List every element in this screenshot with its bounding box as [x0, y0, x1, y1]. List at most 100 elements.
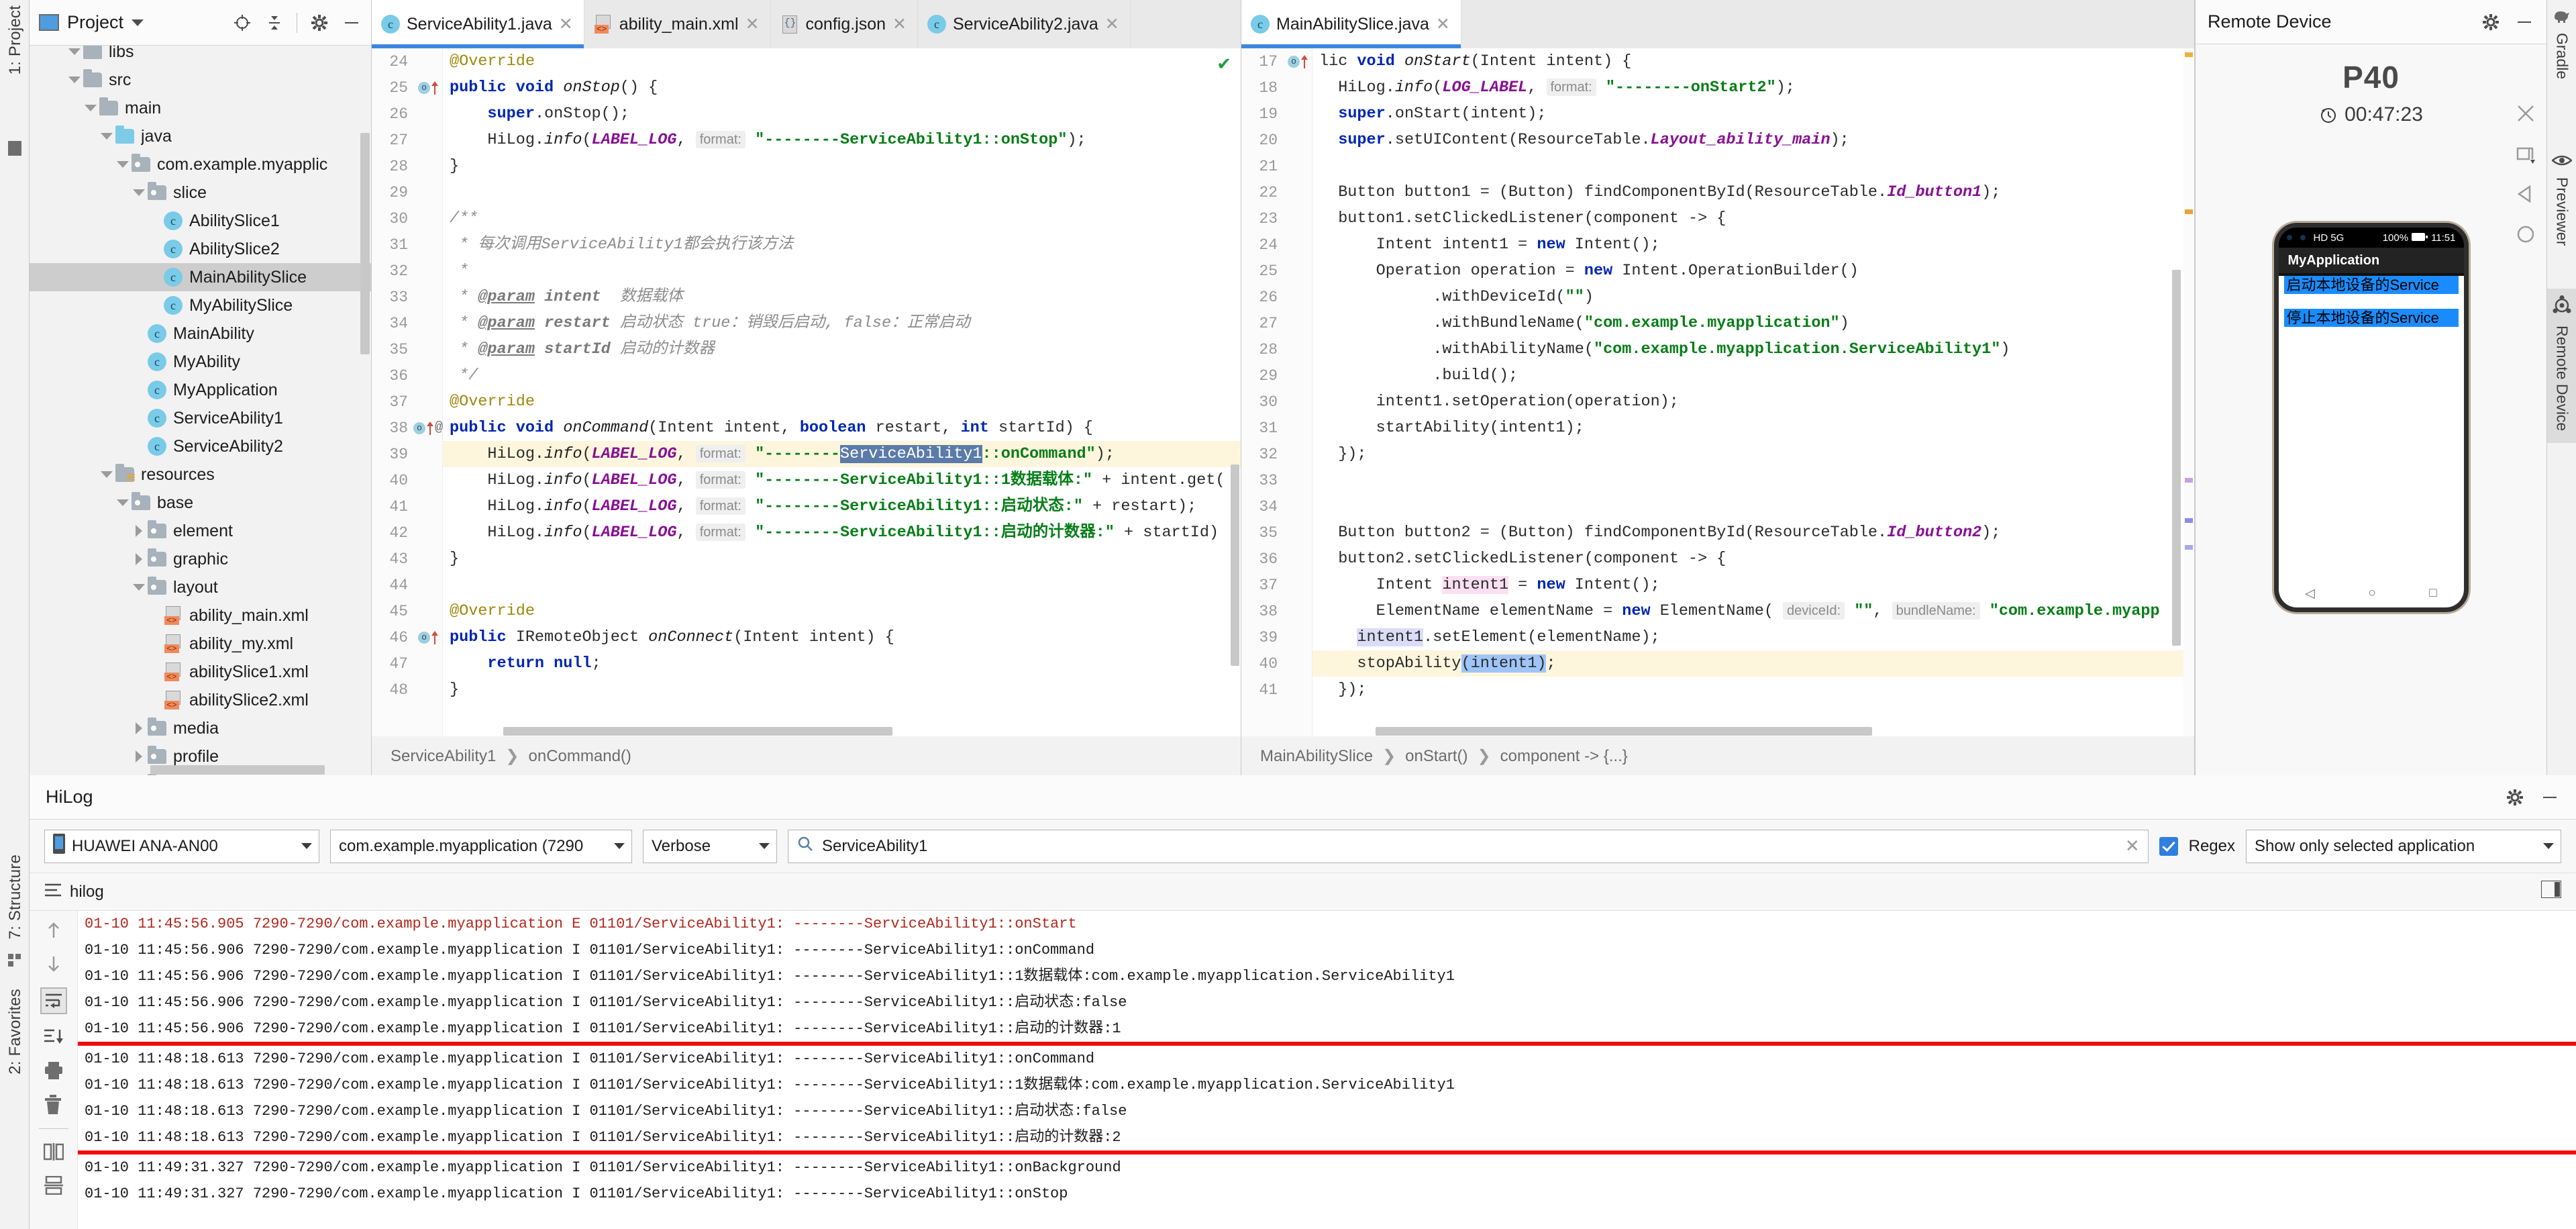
log-line[interactable]: 01-10 11:48:18.613 7290-7290/com.example…: [78, 1124, 2576, 1150]
code-line[interactable]: @Override: [443, 389, 1241, 415]
gutter-marker[interactable]: [413, 441, 443, 467]
code-line[interactable]: @Override: [443, 48, 1241, 75]
gutter-marker[interactable]: [1283, 336, 1312, 362]
tree-node[interactable]: resources: [30, 460, 371, 489]
code-line[interactable]: Button button1 = (Button) findComponentB…: [1312, 179, 2194, 205]
code-line[interactable]: super.onStop();: [443, 101, 1241, 127]
gutter-marker[interactable]: [413, 153, 443, 179]
chevron-down-icon[interactable]: [759, 843, 770, 849]
code-line[interactable]: lic void onStart(Intent intent) {: [1312, 48, 2194, 75]
tree-node[interactable]: element: [30, 517, 371, 545]
home-circle-icon[interactable]: ○: [2368, 586, 2375, 601]
gutter-marker[interactable]: [1283, 362, 1312, 389]
tree-node[interactable]: ability_main.xml: [30, 601, 371, 630]
chevron-down-icon[interactable]: [130, 189, 148, 196]
log-line[interactable]: 01-10 11:49:31.327 7290-7290/com.example…: [78, 1181, 2576, 1207]
tree-node[interactable]: slice: [30, 179, 371, 207]
tree-node[interactable]: cServiceAbility1: [30, 404, 371, 432]
tree-node[interactable]: src: [30, 66, 371, 94]
editor-hscrollbar-left[interactable]: [503, 727, 892, 736]
code-line[interactable]: Intent intent1 = new Intent();: [1312, 232, 2194, 258]
log-filter-selector[interactable]: Show only selected application: [2246, 830, 2561, 863]
chevron-down-icon[interactable]: [614, 843, 625, 849]
log-line[interactable]: 01-10 11:45:56.906 7290-7290/com.example…: [78, 963, 2576, 989]
code-view-right[interactable]: 1718192021222324252627282930313233343536…: [1241, 48, 2194, 736]
log-line[interactable]: 01-10 11:48:18.613 7290-7290/com.example…: [78, 1098, 2576, 1124]
gutter-marker[interactable]: [1283, 546, 1312, 572]
gutter-marks-right[interactable]: o: [1283, 48, 1312, 736]
device-selector[interactable]: HUAWEI ANA-AN00: [44, 830, 319, 863]
code-line[interactable]: Operation operation = new Intent.Operati…: [1312, 258, 2194, 284]
code-line[interactable]: }: [443, 677, 1241, 703]
editor-tab[interactable]: cServiceAbility1.java✕: [372, 0, 584, 48]
editor-tab[interactable]: ability_main.xml✕: [584, 0, 771, 48]
chevron-down-icon[interactable]: [2543, 843, 2554, 849]
editor-tab[interactable]: cMainAbilitySlice.java✕: [1241, 0, 1461, 48]
code-line[interactable]: HiLog.info(LABEL_LOG, format: "--------S…: [443, 441, 1241, 467]
code-line[interactable]: @Override: [443, 598, 1241, 624]
gutter-marker[interactable]: [413, 310, 443, 336]
code-line[interactable]: ElementName elementName = new ElementNam…: [1312, 598, 2194, 624]
breakpoint-icon[interactable]: o: [1288, 56, 1300, 68]
regex-checkbox[interactable]: [2159, 837, 2178, 856]
tool-window-button-favorites[interactable]: 2: Favorites: [6, 989, 25, 1075]
gutter-marker[interactable]: [413, 284, 443, 310]
log-line[interactable]: 01-10 11:45:56.906 7290-7290/com.example…: [78, 989, 2576, 1016]
gutter-marker[interactable]: [413, 127, 443, 153]
log-line[interactable]: 01-10 11:45:56.906 7290-7290/com.example…: [78, 937, 2576, 963]
log-line[interactable]: 01-10 11:45:56.905 7290-7290/com.example…: [78, 911, 2576, 937]
layout-toggle-icon[interactable]: [2541, 881, 2561, 903]
breadcrumb-item[interactable]: onCommand(): [529, 747, 631, 766]
gutter-marks-left[interactable]: oo@o: [413, 48, 443, 736]
log-search-field[interactable]: ServiceAbility1 ✕: [788, 830, 2149, 863]
editor-hscrollbar-right[interactable]: [1376, 727, 1872, 736]
close-tab-icon[interactable]: ✕: [559, 16, 573, 33]
override-arrow-icon[interactable]: [431, 81, 438, 95]
phone-button-start-service[interactable]: 启动本地设备的Service: [2284, 276, 2459, 294]
chevron-down-icon[interactable]: [132, 19, 144, 26]
locate-icon[interactable]: [232, 13, 252, 33]
close-icon[interactable]: [2514, 102, 2534, 122]
log-level-selector[interactable]: Verbose: [643, 830, 777, 863]
log-line[interactable]: 01-10 11:48:18.613 7290-7290/com.example…: [78, 1072, 2576, 1098]
chevron-down-icon[interactable]: [66, 48, 83, 55]
log-line[interactable]: 01-10 11:49:31.327 7290-7290/com.example…: [78, 1154, 2576, 1181]
code-line[interactable]: * @param intent 数据载体: [443, 284, 1241, 310]
tree-node[interactable]: cMyApplication: [30, 376, 371, 404]
gutter-marker[interactable]: [1283, 205, 1312, 232]
gutter-marker[interactable]: [1283, 650, 1312, 677]
code-line[interactable]: });: [1312, 441, 2194, 467]
gutter-marker[interactable]: [413, 232, 443, 258]
hilog-tab-label[interactable]: hilog: [70, 883, 104, 901]
soft-wrap-icon[interactable]: [40, 987, 67, 1014]
editor-tabs-right[interactable]: cMainAbilitySlice.java✕: [1241, 0, 2194, 48]
tool-window-button-structure[interactable]: 7: Structure: [6, 854, 25, 939]
gutter-marker[interactable]: [413, 205, 443, 232]
code-text-right[interactable]: lic void onStart(Intent intent) { HiLog.…: [1312, 48, 2194, 736]
gutter-marker[interactable]: [1283, 441, 1312, 467]
code-line[interactable]: [1312, 153, 2194, 179]
gutter-marker[interactable]: [1283, 153, 1312, 179]
code-line[interactable]: button2.setClickedListener(component -> …: [1312, 546, 2194, 572]
code-line[interactable]: }: [443, 153, 1241, 179]
tool-window-icon[interactable]: [8, 141, 21, 156]
code-line[interactable]: HiLog.info(LABEL_LOG, format: "--------S…: [443, 493, 1241, 520]
chevron-down-icon[interactable]: [114, 499, 132, 506]
chevron-right-icon[interactable]: [130, 722, 148, 734]
chevron-down-icon[interactable]: [114, 161, 132, 168]
code-view-left[interactable]: 2425262728293031323334353637383940414243…: [372, 48, 1241, 736]
project-tree-hscrollbar[interactable]: [150, 765, 325, 775]
gutter-marker[interactable]: [1283, 415, 1312, 441]
gutter-marker[interactable]: [413, 493, 443, 520]
chevron-right-icon[interactable]: [130, 525, 148, 537]
gutter-right[interactable]: 1718192021222324252627282930313233343536…: [1241, 48, 1283, 736]
phone-button-stop-service[interactable]: 停止本地设备的Service: [2284, 309, 2459, 327]
gutter-marker[interactable]: [413, 258, 443, 284]
tree-node[interactable]: cAbilitySlice2: [30, 235, 371, 263]
gutter-marker[interactable]: [1283, 572, 1312, 598]
breadcrumb-item[interactable]: ServiceAbility1: [391, 747, 496, 766]
gutter-marker[interactable]: [413, 179, 443, 205]
gutter-marker[interactable]: [1283, 598, 1312, 624]
application-selector[interactable]: com.example.myapplication (7290: [330, 830, 632, 863]
gutter-marker[interactable]: [413, 389, 443, 415]
